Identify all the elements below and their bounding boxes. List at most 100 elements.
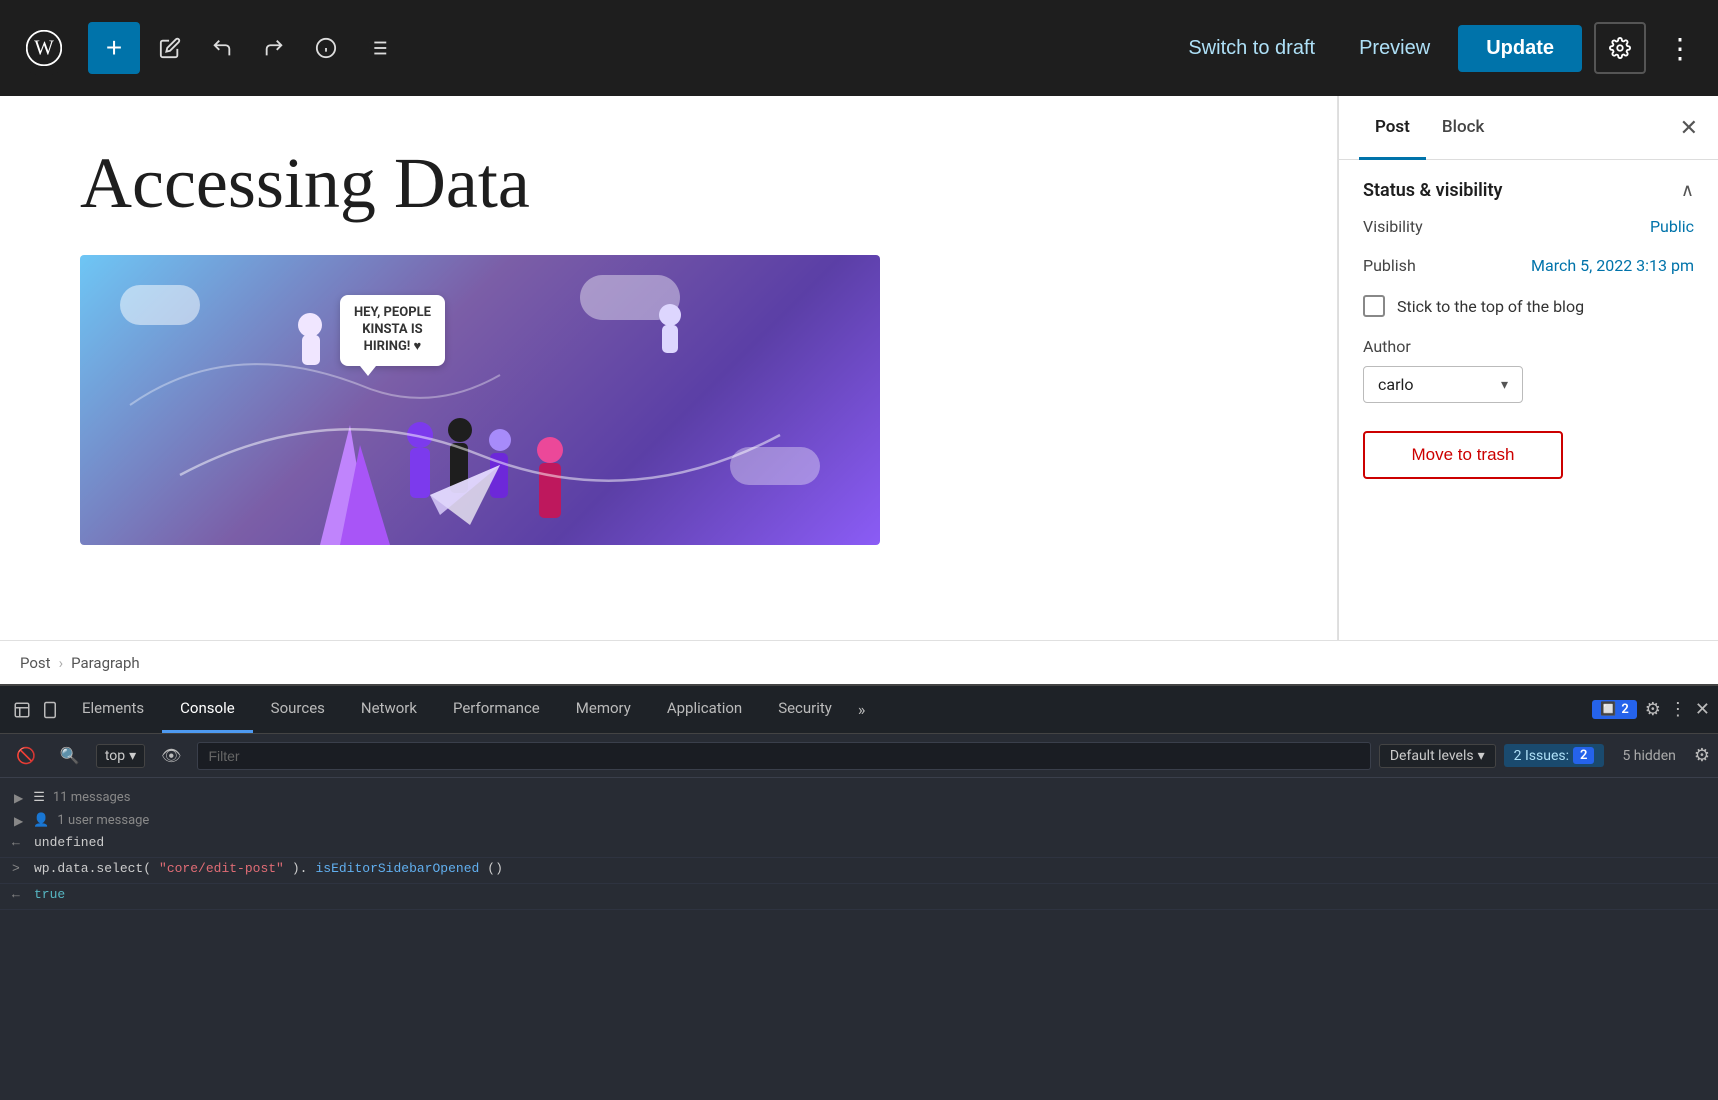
wp-logo[interactable]: W: [16, 20, 72, 76]
user-message-count: 1 user message: [57, 813, 149, 828]
sidebar-close-button[interactable]: ✕: [1680, 115, 1698, 141]
post-title[interactable]: Accessing Data: [80, 144, 1257, 223]
right-sidebar: Post Block ✕ Status & visibility ∧ Visib…: [1338, 96, 1718, 640]
publish-label: Publish: [1363, 256, 1416, 275]
more-options-button[interactable]: ⋮: [1658, 28, 1702, 69]
stick-to-top-checkbox[interactable]: [1363, 295, 1385, 317]
preview-button[interactable]: Preview: [1343, 29, 1446, 68]
author-section: Author carlo ▾: [1363, 337, 1694, 403]
console-true-value: true: [34, 887, 65, 902]
visibility-row: Visibility Public: [1363, 217, 1694, 236]
console-prompt-1: ←: [12, 835, 26, 850]
breadcrumb-paragraph[interactable]: Paragraph: [71, 654, 140, 672]
stick-to-top-row: Stick to the top of the blog: [1363, 295, 1694, 317]
move-to-trash-button[interactable]: Move to trash: [1363, 431, 1563, 479]
toolbar: W +: [0, 0, 1718, 96]
devtools-issues-badge[interactable]: 2 Issues: 2: [1504, 744, 1605, 767]
user-message-row[interactable]: ▶ 👤 1 user message: [0, 809, 1718, 832]
breadcrumb-bar: Post › Paragraph: [0, 640, 1718, 684]
devtools-clear-button[interactable]: 🚫: [8, 742, 44, 770]
tab-post[interactable]: Post: [1359, 97, 1426, 160]
devtools-tabs-more-button[interactable]: »: [850, 700, 874, 719]
devtools-tab-sources[interactable]: Sources: [253, 686, 343, 733]
devtools-tab-performance[interactable]: Performance: [435, 686, 558, 733]
devtools-tab-console[interactable]: Console: [162, 686, 253, 733]
devtools-more-icon[interactable]: ⋮: [1669, 699, 1687, 720]
visibility-value[interactable]: Public: [1650, 217, 1694, 236]
info-button[interactable]: [304, 26, 348, 70]
author-select-arrow-icon: ▾: [1501, 377, 1508, 393]
console-line-3: ← true: [0, 884, 1718, 910]
visibility-label: Visibility: [1363, 217, 1423, 236]
console-code-prefix: wp.data.select(: [34, 861, 151, 876]
default-levels-arrow-icon: ▾: [1478, 748, 1485, 764]
console-messages-row[interactable]: ▶ ☰ 11 messages: [0, 786, 1718, 809]
main-area: Accessing Data HEY, PEOPLEKINSTA ISHIRIN…: [0, 96, 1718, 640]
list-icon: ☰: [33, 790, 45, 805]
console-line-2[interactable]: > wp.data.select( "core/edit-post"). isEdi…: [0, 858, 1718, 884]
issues-icon: 🔲: [1600, 702, 1616, 717]
publish-value[interactable]: March 5, 2022 3:13 pm: [1531, 256, 1694, 275]
author-select[interactable]: carlo ▾: [1363, 366, 1523, 403]
devtools-tab-application[interactable]: Application: [649, 686, 760, 733]
console-method: isEditorSidebarOpened: [315, 861, 479, 876]
add-block-button[interactable]: +: [88, 22, 140, 74]
user-message-expand-icon[interactable]: ▶: [12, 814, 25, 828]
devtools-tab-security[interactable]: Security: [760, 686, 850, 733]
section-toggle-button[interactable]: ∧: [1681, 180, 1694, 201]
console-prompt-2: >: [12, 861, 26, 876]
editor-area: Accessing Data HEY, PEOPLEKINSTA ISHIRIN…: [0, 96, 1338, 640]
section-title: Status & visibility: [1363, 180, 1502, 201]
illus-cloud3: [730, 447, 820, 485]
messages-count: 11 messages: [53, 790, 131, 805]
sidebar-content: Status & visibility ∧ Visibility Public …: [1339, 160, 1718, 640]
illus-spike2: [340, 445, 390, 545]
devtools-settings-icon[interactable]: ⚙: [1645, 699, 1661, 720]
messages-expand-icon[interactable]: ▶: [12, 791, 25, 805]
stick-to-top-label: Stick to the top of the blog: [1397, 297, 1584, 316]
sidebar-tabs: Post Block ✕: [1339, 96, 1718, 160]
issues-badge[interactable]: 🔲 2: [1592, 700, 1637, 719]
devtools-eye-button[interactable]: 👁: [153, 742, 189, 770]
devtools-tab-memory[interactable]: Memory: [558, 686, 649, 733]
console-prompt-3: ←: [12, 887, 26, 902]
illus-cloud2: [580, 275, 680, 320]
illus-cloud1: [120, 285, 200, 325]
section-header: Status & visibility ∧: [1363, 180, 1694, 201]
devtools-element-selector-icon[interactable]: [8, 696, 36, 724]
console-undefined: undefined: [34, 835, 104, 850]
issues-text: 2 Issues:: [1514, 748, 1569, 764]
edit-icon-button[interactable]: [148, 26, 192, 70]
devtools-tab-network[interactable]: Network: [343, 686, 435, 733]
top-arrow-icon: ▾: [129, 748, 136, 764]
devtools-close-icon[interactable]: ✕: [1695, 699, 1710, 720]
undo-button[interactable]: [200, 26, 244, 70]
devtools-tab-elements[interactable]: Elements: [64, 686, 162, 733]
devtools-filter-icon[interactable]: 🔍: [52, 742, 88, 770]
issues-count: 2: [1621, 702, 1628, 717]
settings-button[interactable]: [1594, 22, 1646, 74]
redo-button[interactable]: [252, 26, 296, 70]
tab-block[interactable]: Block: [1426, 97, 1500, 160]
devtools-console-toolbar: 🚫 🔍 top ▾ 👁 Default levels ▾ 2 Issues: 2…: [0, 734, 1718, 778]
update-button[interactable]: Update: [1458, 25, 1582, 72]
console-parens: (): [487, 861, 503, 876]
breadcrumb-separator: ›: [59, 654, 64, 672]
devtools-filter-input[interactable]: [197, 742, 1370, 770]
switch-to-draft-button[interactable]: Switch to draft: [1172, 29, 1331, 68]
devtools-panel: Elements Console Sources Network Perform…: [0, 684, 1718, 1100]
featured-image[interactable]: HEY, PEOPLEKINSTA ISHIRING! ♥: [80, 255, 880, 545]
devtools-default-levels[interactable]: Default levels ▾: [1379, 744, 1496, 768]
breadcrumb-post[interactable]: Post: [20, 654, 51, 672]
devtools-top-select[interactable]: top ▾: [96, 744, 145, 768]
devtools-console-settings-icon[interactable]: ⚙: [1694, 745, 1710, 766]
list-view-button[interactable]: [356, 26, 400, 70]
speech-bubble: HEY, PEOPLEKINSTA ISHIRING! ♥: [340, 295, 445, 366]
devtools-device-icon[interactable]: [36, 696, 64, 724]
console-code-suffix: ).: [292, 861, 308, 876]
console-line-1: ← undefined: [0, 832, 1718, 858]
default-levels-label: Default levels: [1390, 748, 1474, 764]
publish-row: Publish March 5, 2022 3:13 pm: [1363, 256, 1694, 275]
author-name: carlo: [1378, 375, 1414, 394]
console-string-1: "core/edit-post": [159, 861, 284, 876]
